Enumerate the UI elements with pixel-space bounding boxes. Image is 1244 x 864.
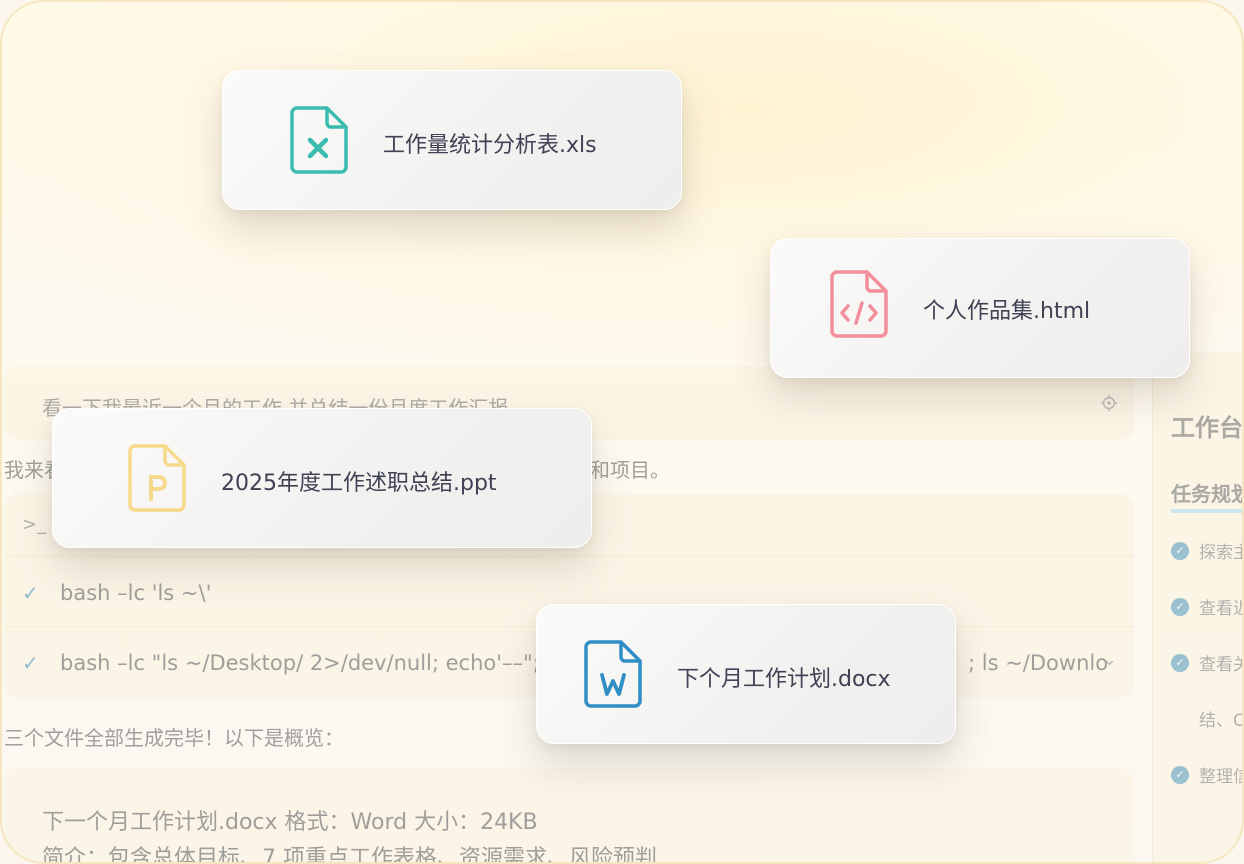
- task-item[interactable]: ✓ 查看近: [1171, 594, 1242, 619]
- file-card-ppt[interactable]: 2025年度工作述职总结.ppt: [52, 408, 592, 548]
- task-plan-heading: 任务规划: [1171, 478, 1242, 513]
- result-box: 下一个月工作计划.docx 格式：Word 大小：24KB 简介：包含总体目标、…: [4, 768, 1134, 864]
- tool-command: bash –lc "ls ~/Desktop/ 2>/dev/null; ech…: [60, 651, 540, 675]
- task-item-continued: 结、C: [1199, 706, 1244, 731]
- task-item[interactable]: ✓ 查看关: [1171, 650, 1242, 675]
- task-item-label: 查看近: [1199, 599, 1242, 619]
- excel-file-icon: [290, 106, 348, 174]
- file-name: 工作量统计分析表.xls: [383, 133, 597, 158]
- result-line-2: 简介：包含总体目标、7 项重点工作表格、资源需求、风险预判: [42, 846, 657, 864]
- terminal-icon: >_: [22, 514, 47, 535]
- task-item-label: 查看关: [1199, 655, 1242, 675]
- task-item-label: 结、C: [1199, 711, 1244, 731]
- app-frame: 看一下我最近一个月的工作 并总结一份月度工作汇报 我来看 和项目。 >_ ✓ b…: [0, 0, 1244, 864]
- file-card-html[interactable]: 个人作品集.html: [770, 238, 1190, 378]
- task-item[interactable]: ✓ 整理信: [1171, 762, 1242, 787]
- file-name: 下个月工作计划.docx: [677, 667, 891, 692]
- workbench-title: 工作台: [1171, 414, 1243, 442]
- check-circle-icon: ✓: [1171, 765, 1189, 784]
- reply-intro-right: 和项目。: [590, 458, 670, 482]
- file-card-xls[interactable]: 工作量统计分析表.xls: [222, 70, 682, 210]
- html-file-icon: [830, 270, 888, 338]
- tool-command-tail: ; ls ~/Downlo: [968, 651, 1109, 675]
- target-icon[interactable]: [1100, 394, 1118, 412]
- task-item-label: 探索主: [1199, 543, 1242, 563]
- task-item[interactable]: ✓ 探索主: [1171, 538, 1242, 563]
- chevron-down-icon[interactable]: ⌄: [1102, 649, 1117, 670]
- word-file-icon: [584, 640, 642, 708]
- check-icon: ✓: [22, 651, 39, 675]
- file-card-docx[interactable]: 下个月工作计划.docx: [536, 604, 956, 744]
- workbench-panel: 工作台 任务规划 ✓ 探索主 ✓ 查看近 ✓ 查看关 结、C ✓ 整理信: [1152, 352, 1244, 862]
- ppt-file-icon: [128, 444, 186, 512]
- check-circle-icon: ✓: [1171, 597, 1189, 616]
- tool-command: bash –lc 'ls ~\': [60, 581, 212, 605]
- result-line-1: 下一个月工作计划.docx 格式：Word 大小：24KB: [42, 810, 538, 835]
- file-name: 个人作品集.html: [923, 299, 1091, 324]
- check-circle-icon: ✓: [1171, 653, 1189, 672]
- summary-text: 三个文件全部生成完毕！以下是概览：: [4, 726, 344, 750]
- check-circle-icon: ✓: [1171, 541, 1189, 560]
- file-name: 2025年度工作述职总结.ppt: [221, 471, 497, 496]
- task-item-label: 整理信: [1199, 767, 1242, 787]
- check-icon: ✓: [22, 581, 39, 605]
